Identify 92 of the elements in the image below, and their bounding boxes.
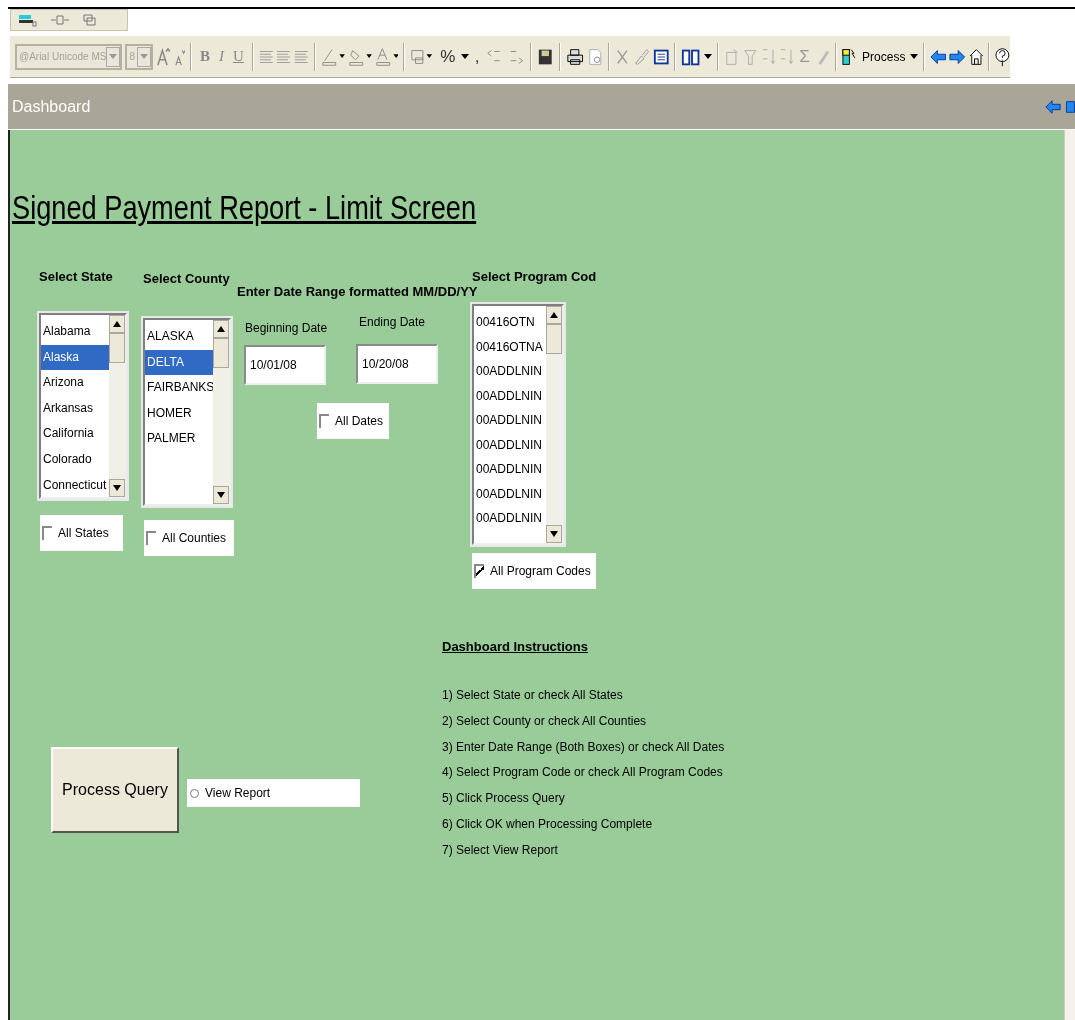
list-item[interactable]: 00ADDLNIN	[474, 359, 546, 384]
process-query-button[interactable]: Process Query	[51, 747, 179, 833]
program-code-listbox[interactable]: 00416OTN 00416OTNA 00ADDLNIN 00ADDLNIN 00ADDLNIN 00ADDLNIN 00ADDLNIN 00ADDLNIN 00ADDLNIN	[472, 304, 564, 545]
list-item[interactable]: 00416OTN	[474, 310, 546, 335]
scroll-up-button[interactable]	[213, 320, 229, 338]
list-item[interactable]: Arkansas	[41, 395, 109, 422]
caret-icon[interactable]	[461, 54, 469, 59]
size-icon[interactable]	[81, 13, 97, 27]
list-item[interactable]: DELTA	[145, 349, 213, 376]
sort-descending-icon[interactable]	[778, 46, 794, 67]
state-listbox[interactable]: Alabama Alaska Arizona Arkansas California Colorado Connecticut	[39, 313, 127, 499]
checkbox-label: All Program Codes	[490, 564, 591, 578]
checkbox[interactable]	[42, 526, 52, 540]
instruction-step: 4) Select Program Code or check All Program Codes	[442, 760, 725, 787]
ending-date-field[interactable]: 10/20/08	[356, 344, 438, 384]
spacing-icon[interactable]	[49, 13, 71, 27]
caret-icon[interactable]	[704, 54, 712, 59]
grow-font-icon[interactable]	[156, 45, 171, 68]
header-title: Dashboard	[11, 97, 91, 116]
list-item[interactable]: 00ADDLNIN	[474, 432, 546, 457]
scroll-thumb[interactable]	[109, 333, 125, 363]
radio-label: View Report	[205, 786, 271, 800]
list-item[interactable]: Alabama	[41, 319, 109, 345]
scroll-up-button[interactable]	[546, 306, 562, 324]
sort-ascending-icon[interactable]	[760, 46, 776, 67]
up-arrow-icon	[550, 312, 558, 318]
county-label: Select County	[143, 271, 230, 286]
state-label: Select State	[39, 269, 113, 284]
percent-button[interactable]: %	[437, 46, 459, 67]
help-icon[interactable]	[995, 45, 1011, 68]
instruction-step: 1) Select State or check All States	[442, 683, 725, 709]
align-icon[interactable]	[258, 48, 274, 65]
align-icon[interactable]	[276, 48, 292, 65]
scroll-thumb[interactable]	[213, 338, 229, 368]
list-item[interactable]: Alaska	[41, 344, 109, 371]
list-item[interactable]: Connecticut	[41, 472, 109, 497]
checkbox[interactable]	[146, 531, 156, 545]
list-item[interactable]: FAIRBANKS	[145, 375, 213, 401]
scrollbar[interactable]	[1064, 130, 1075, 1020]
font-color-icon[interactable]	[374, 45, 399, 68]
down-arrow-icon	[217, 492, 225, 498]
instructions-title: Dashboard Instructions	[442, 639, 588, 654]
comma-button[interactable]: ,	[471, 46, 483, 67]
scroll-up-button[interactable]	[109, 315, 125, 333]
properties-icon[interactable]	[723, 46, 741, 67]
scroll-down-button[interactable]	[213, 486, 229, 504]
up-arrow-icon	[217, 326, 225, 332]
list-item[interactable]: 00ADDLNIN	[474, 481, 546, 506]
list-item[interactable]: 00416OTNA	[474, 334, 546, 359]
list-item[interactable]: California	[41, 421, 109, 447]
list-item[interactable]: PALMER	[145, 426, 213, 452]
list-item[interactable]: Colorado	[41, 446, 109, 473]
back-arrow-icon[interactable]	[929, 47, 947, 66]
list-item[interactable]: HOMER	[145, 400, 213, 427]
county-listbox[interactable]: ALASKA DELTA FAIRBANKS HOMER PALMER	[143, 318, 231, 506]
list-item[interactable]: 00ADDLNIN	[474, 383, 546, 408]
beginning-date-field[interactable]: 10/01/08	[244, 345, 326, 385]
home-icon[interactable]	[968, 46, 984, 67]
list-item[interactable]: ALASKA	[145, 324, 213, 350]
form-title: Signed Payment Report - Limit Screen	[12, 188, 477, 227]
process-button[interactable]: Process	[860, 49, 908, 64]
checkbox[interactable]	[474, 564, 484, 578]
list-item[interactable]: Arizona	[41, 370, 109, 396]
battery-lightning-icon[interactable]	[842, 46, 858, 67]
scroll-down-button[interactable]	[109, 479, 125, 497]
checkbox[interactable]	[319, 414, 329, 428]
list-item[interactable]: 00ADDLNIN	[474, 506, 546, 531]
checkbox-label: All Counties	[162, 531, 227, 545]
up-arrow-icon	[113, 321, 121, 327]
beginning-date-label: Beginning Date	[245, 321, 328, 335]
print-icon[interactable]	[565, 46, 584, 67]
forward-arrow-icon[interactable]	[949, 47, 966, 66]
ending-date-label: Ending Date	[359, 315, 426, 329]
checkbox-label: All States	[58, 526, 109, 540]
down-arrow-icon	[113, 485, 121, 491]
instruction-step: 2) Select County or check All Counties	[442, 708, 725, 735]
back-arrow-icon[interactable]	[1045, 98, 1061, 115]
list-item[interactable]: 00ADDLNIN	[474, 408, 546, 433]
instruction-step: 7) Select View Report	[442, 837, 725, 864]
instruction-step: 6) Click OK when Processing Complete	[442, 812, 725, 838]
instruction-step: 5) Click Process Query	[442, 786, 725, 812]
ruler-icon[interactable]	[17, 13, 39, 27]
align-icon[interactable]	[294, 48, 309, 65]
caret-icon[interactable]	[910, 54, 918, 59]
scroll-thumb[interactable]	[546, 324, 562, 354]
scroll-down-button[interactable]	[546, 525, 562, 543]
down-arrow-icon	[550, 531, 558, 537]
program-code-label: Select Program Cod	[472, 269, 597, 284]
list-item[interactable]: 00ADDLNIN	[474, 457, 546, 482]
instruction-step: 3) Enter Date Range (Both Boxes) or check All Dates	[442, 734, 725, 761]
date-range-label: Enter Date Range formatted MM/DD/YY	[237, 284, 478, 299]
checkbox-label: All Dates	[335, 414, 384, 428]
